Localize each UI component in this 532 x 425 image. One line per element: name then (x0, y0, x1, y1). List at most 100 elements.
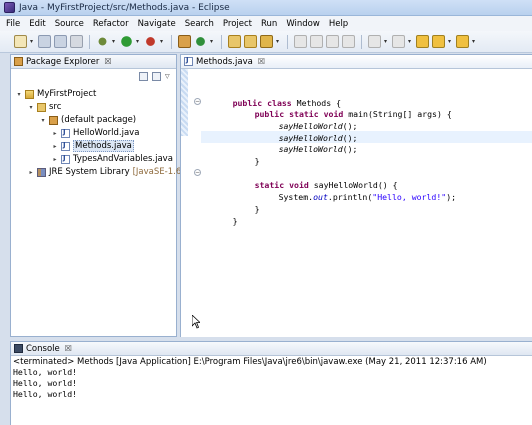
package-explorer-view: Package Explorer ☒ ▽ ▾ MyFirstProject ▾ … (10, 54, 185, 337)
method-call: sayHelloWorld (278, 144, 343, 154)
menu-run[interactable]: Run (261, 19, 277, 29)
field: out (313, 192, 328, 202)
string-literal: "Hello, world!" (372, 192, 447, 202)
debug-dropdown-icon[interactable]: ▾ (112, 35, 117, 48)
tree-item-file-selected[interactable]: ▸ Methods.java (51, 140, 134, 152)
back-dropdown-icon[interactable]: ▾ (448, 35, 453, 48)
close-icon[interactable]: ☒ (65, 344, 72, 353)
debug-icon[interactable] (96, 35, 109, 48)
package-icon (49, 115, 58, 125)
run-dropdown-icon[interactable]: ▾ (136, 35, 141, 48)
tree-label: JRE System Library (49, 167, 130, 177)
new-java-project-icon[interactable] (178, 35, 191, 48)
toggle-mark-occurrences-icon[interactable] (294, 35, 307, 48)
close-icon[interactable]: ☒ (104, 57, 111, 66)
jre-version: [JavaSE-1.6] (132, 167, 185, 177)
java-file-icon (61, 141, 70, 151)
source-folder-icon (37, 102, 46, 112)
library-icon (37, 167, 46, 177)
collapse-arrow-icon[interactable]: ▾ (27, 104, 35, 111)
menu-edit[interactable]: Edit (29, 19, 45, 29)
menu-project[interactable]: Project (223, 19, 252, 29)
menu-refactor[interactable]: Refactor (93, 19, 129, 29)
console-icon (14, 344, 23, 353)
previous-annotation-dropdown-icon[interactable]: ▾ (408, 35, 413, 48)
console-line: Hello, world! (13, 389, 78, 399)
console-view: Console ☒ <terminated> Methods [Java App… (10, 341, 532, 425)
tree-item-file[interactable]: ▸ HelloWorld.java (51, 127, 139, 139)
next-annotation-icon[interactable] (368, 35, 381, 48)
next-annotation-dropdown-icon[interactable]: ▾ (384, 35, 389, 48)
forward-dropdown-icon[interactable]: ▾ (472, 35, 477, 48)
menu-source[interactable]: Source (55, 19, 84, 29)
view-menu-icon[interactable]: ▽ (165, 70, 170, 83)
tree-label: Methods.java (73, 140, 134, 152)
last-edit-location-icon[interactable] (416, 35, 429, 48)
external-tools-dropdown-icon[interactable]: ▾ (160, 35, 165, 48)
close-icon[interactable]: ☒ (258, 57, 265, 66)
menu-help[interactable]: Help (329, 19, 348, 29)
code-line: public static void main(String[] args) { (225, 96, 452, 119)
show-whitespace-icon[interactable] (326, 35, 339, 48)
print-icon[interactable] (70, 35, 83, 48)
code-text: (); (342, 144, 358, 154)
tree-item-file[interactable]: ▸ TypesAndVariables.java (51, 153, 173, 165)
search-dropdown-icon[interactable]: ▾ (276, 35, 281, 48)
window-title: Java - MyFirstProject/src/Methods.java -… (19, 2, 230, 13)
tree-item-jre[interactable]: ▸ JRE System Library [JavaSE-1.6] (27, 166, 185, 178)
tree-item-project[interactable]: ▾ MyFirstProject (15, 88, 96, 100)
block-selection-icon[interactable] (342, 35, 355, 48)
open-folder-icon[interactable] (244, 35, 257, 48)
menu-navigate[interactable]: Navigate (138, 19, 176, 29)
console-line: Hello, world! (13, 367, 78, 377)
tree-item-default-package[interactable]: ▾ (default package) (39, 114, 136, 126)
console-output[interactable]: Hello, world! Hello, world! Hello, world… (11, 367, 532, 400)
link-with-editor-icon[interactable] (152, 71, 161, 81)
back-icon[interactable] (432, 35, 445, 48)
new-class-dropdown-icon[interactable]: ▾ (210, 35, 215, 48)
console-tab[interactable]: Console ☒ (11, 342, 532, 356)
search-icon[interactable] (260, 35, 273, 48)
fold-icon[interactable]: − (194, 98, 201, 105)
expand-arrow-icon[interactable]: ▸ (51, 130, 59, 137)
collapse-all-icon[interactable] (139, 71, 148, 81)
code-line: sayHelloWorld(); (249, 131, 358, 154)
toolbar-separator (171, 34, 172, 49)
menu-file[interactable]: File (6, 19, 20, 29)
code-text: ); (446, 192, 457, 202)
collapse-arrow-icon[interactable]: ▾ (15, 91, 23, 98)
tree-label: TypesAndVariables.java (73, 154, 173, 164)
open-type-icon[interactable] (228, 35, 241, 48)
run-icon[interactable] (120, 35, 133, 48)
toolbar-separator (361, 34, 362, 49)
code-line: } (225, 143, 260, 166)
expand-arrow-icon[interactable]: ▸ (27, 169, 35, 176)
previous-annotation-icon[interactable] (392, 35, 405, 48)
save-icon[interactable] (38, 35, 51, 48)
pen-icon[interactable] (310, 35, 323, 48)
external-tools-icon[interactable] (144, 35, 157, 48)
console-tab-label: Console (26, 343, 60, 354)
new-package-icon[interactable] (194, 35, 207, 48)
code-text: } (232, 216, 238, 226)
menu-window[interactable]: Window (286, 19, 320, 29)
mouse-cursor-icon (192, 315, 200, 329)
expand-arrow-icon[interactable]: ▸ (51, 156, 59, 163)
collapse-arrow-icon[interactable]: ▾ (39, 117, 47, 124)
save-all-icon[interactable] (54, 35, 67, 48)
package-explorer-tab[interactable]: Package Explorer ☒ (11, 55, 176, 69)
editor-tab-label: Methods.java (196, 56, 253, 67)
editor-tab[interactable]: Methods.java ☒ (181, 55, 532, 69)
toolbar-separator (287, 34, 288, 49)
fold-icon[interactable]: − (194, 169, 201, 176)
menu-search[interactable]: Search (185, 19, 214, 29)
new-icon[interactable] (14, 35, 27, 48)
tree-label: MyFirstProject (37, 89, 97, 99)
new-dropdown-icon[interactable]: ▾ (30, 35, 35, 48)
code-line: } (203, 203, 238, 226)
forward-icon[interactable] (456, 35, 469, 48)
title-bar: Java - MyFirstProject/src/Methods.java -… (0, 0, 532, 16)
java-file-icon (184, 56, 193, 66)
tree-item-src[interactable]: ▾ src (27, 101, 61, 113)
expand-arrow-icon[interactable]: ▸ (51, 143, 59, 150)
